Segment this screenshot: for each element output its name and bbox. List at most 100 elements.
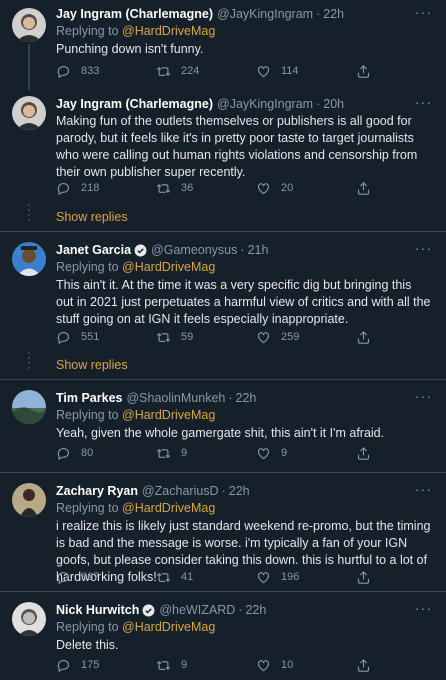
tweet[interactable]: Zachary Ryan @ZachariusD · 22h ··· Reply… (0, 473, 446, 591)
share-button[interactable] (356, 328, 386, 346)
retweet-icon (156, 183, 171, 193)
timestamp[interactable]: 20h (323, 96, 344, 112)
retweet-count: 41 (181, 571, 194, 583)
tweet[interactable]: Janet Garcia @Gameonysus · 21h ··· Reply… (0, 232, 446, 380)
retweet-button[interactable]: 36 (156, 179, 256, 197)
mention-link[interactable]: @HardDriveMag (122, 620, 215, 634)
author-handle[interactable]: @JayKingIngram (217, 96, 313, 112)
avatar[interactable] (12, 242, 46, 276)
reply-button[interactable]: 833 (56, 62, 156, 80)
reply-button[interactable]: 218 (56, 179, 156, 197)
more-icon[interactable]: ··· (415, 481, 432, 497)
tweet[interactable]: Jay Ingram (Charlemagne) @JayKingIngram … (0, 0, 446, 90)
author-name[interactable]: Janet Garcia (56, 242, 131, 258)
like-button[interactable]: 196 (256, 568, 356, 586)
reply-icon (57, 331, 69, 344)
like-button[interactable]: 259 (256, 328, 356, 346)
mention-link[interactable]: @HardDriveMag (122, 24, 215, 38)
tweet[interactable]: Tim Parkes @ShaolinMunkeh · 22h ··· Repl… (0, 380, 446, 472)
like-button[interactable]: 9 (256, 444, 356, 462)
reply-button[interactable]: 80 (56, 444, 156, 462)
retweet-icon (156, 660, 171, 670)
separator: · (316, 97, 321, 111)
thread-line (28, 44, 30, 90)
tweet[interactable]: Jay Ingram (Charlemagne) @JayKingIngram … (0, 86, 446, 232)
timestamp[interactable]: 22h (236, 390, 257, 406)
share-button[interactable] (356, 179, 386, 197)
reply-count: 80 (81, 447, 94, 459)
reply-button[interactable]: 175 (56, 656, 156, 674)
like-button[interactable]: 114 (256, 62, 356, 80)
like-count: 10 (281, 659, 294, 671)
share-icon (357, 64, 370, 78)
reply-icon (57, 65, 69, 78)
tweet-text: Yeah, given the whole gamergate shit, th… (56, 426, 385, 440)
retweet-button[interactable]: 9 (156, 656, 256, 674)
author-name[interactable]: Nick Hurwitch (56, 602, 139, 618)
author-handle[interactable]: @ShaolinMunkeh (126, 390, 225, 406)
more-icon[interactable]: ··· (415, 4, 432, 20)
verified-badge-icon (134, 244, 147, 256)
timestamp[interactable]: 22h (229, 483, 250, 499)
more-icon[interactable]: ··· (415, 600, 432, 616)
thread-dots (28, 352, 30, 372)
retweet-button[interactable]: 41 (156, 568, 256, 586)
avatar[interactable] (12, 96, 46, 130)
more-icon[interactable]: ··· (415, 240, 432, 256)
retweet-count: 59 (181, 331, 194, 343)
tweet-text: Delete this. (56, 638, 119, 652)
thread-dots (28, 204, 30, 224)
retweet-icon (156, 66, 171, 76)
retweet-button[interactable]: 224 (156, 62, 256, 80)
retweet-count: 224 (181, 65, 200, 77)
share-icon (357, 570, 370, 584)
retweet-count: 36 (181, 182, 194, 194)
author-handle[interactable]: @Gameonysus (151, 242, 237, 258)
avatar[interactable] (12, 390, 46, 424)
replying-to: Replying to @HardDriveMag (56, 260, 216, 274)
author-handle[interactable]: @ZachariusD (142, 483, 219, 499)
like-button[interactable]: 20 (256, 179, 356, 197)
author-name[interactable]: Jay Ingram (Charlemagne) (56, 6, 213, 22)
show-replies-link[interactable]: Show replies (56, 210, 128, 224)
reply-button[interactable]: 367 (56, 568, 156, 586)
replying-to: Replying to @HardDriveMag (56, 620, 216, 634)
share-button[interactable] (356, 656, 386, 674)
replying-to: Replying to @HardDriveMag (56, 24, 216, 38)
like-icon (257, 65, 270, 77)
like-button[interactable]: 10 (256, 656, 356, 674)
author-name[interactable]: Jay Ingram (Charlemagne) (56, 96, 213, 112)
separator: · (240, 243, 245, 257)
avatar[interactable] (12, 483, 46, 517)
like-count: 259 (281, 331, 300, 343)
avatar[interactable] (12, 602, 46, 636)
timestamp[interactable]: 21h (248, 242, 269, 258)
retweet-button[interactable]: 59 (156, 328, 256, 346)
like-count: 196 (281, 571, 300, 583)
mention-link[interactable]: @HardDriveMag (122, 408, 215, 422)
share-button[interactable] (356, 444, 386, 462)
more-icon[interactable]: ··· (415, 94, 432, 110)
author-name[interactable]: Zachary Ryan (56, 483, 138, 499)
like-icon (257, 447, 270, 459)
timestamp[interactable]: 22h (245, 602, 266, 618)
reply-icon (57, 659, 69, 672)
share-button[interactable] (356, 568, 386, 586)
more-icon[interactable]: ··· (415, 388, 432, 404)
reply-button[interactable]: 551 (56, 328, 156, 346)
replying-to: Replying to @HardDriveMag (56, 408, 216, 422)
author-name[interactable]: Tim Parkes (56, 390, 122, 406)
mention-link[interactable]: @HardDriveMag (122, 260, 215, 274)
author-handle[interactable]: @JayKingIngram (217, 6, 313, 22)
verified-badge-icon (142, 604, 155, 616)
mention-link[interactable]: @HardDriveMag (122, 501, 215, 515)
show-replies-link[interactable]: Show replies (56, 358, 128, 372)
avatar[interactable] (12, 8, 46, 42)
retweet-button[interactable]: 9 (156, 444, 256, 462)
tweet-text: This ain't it. At the time it was a very… (56, 278, 431, 326)
timestamp[interactable]: 22h (323, 6, 344, 22)
tweet-text: Punching down isn't funny. (56, 42, 204, 56)
tweet[interactable]: Nick Hurwitch @heWIZARD · 22h ··· Replyi… (0, 592, 446, 680)
share-button[interactable] (356, 62, 386, 80)
author-handle[interactable]: @heWIZARD (159, 602, 235, 618)
